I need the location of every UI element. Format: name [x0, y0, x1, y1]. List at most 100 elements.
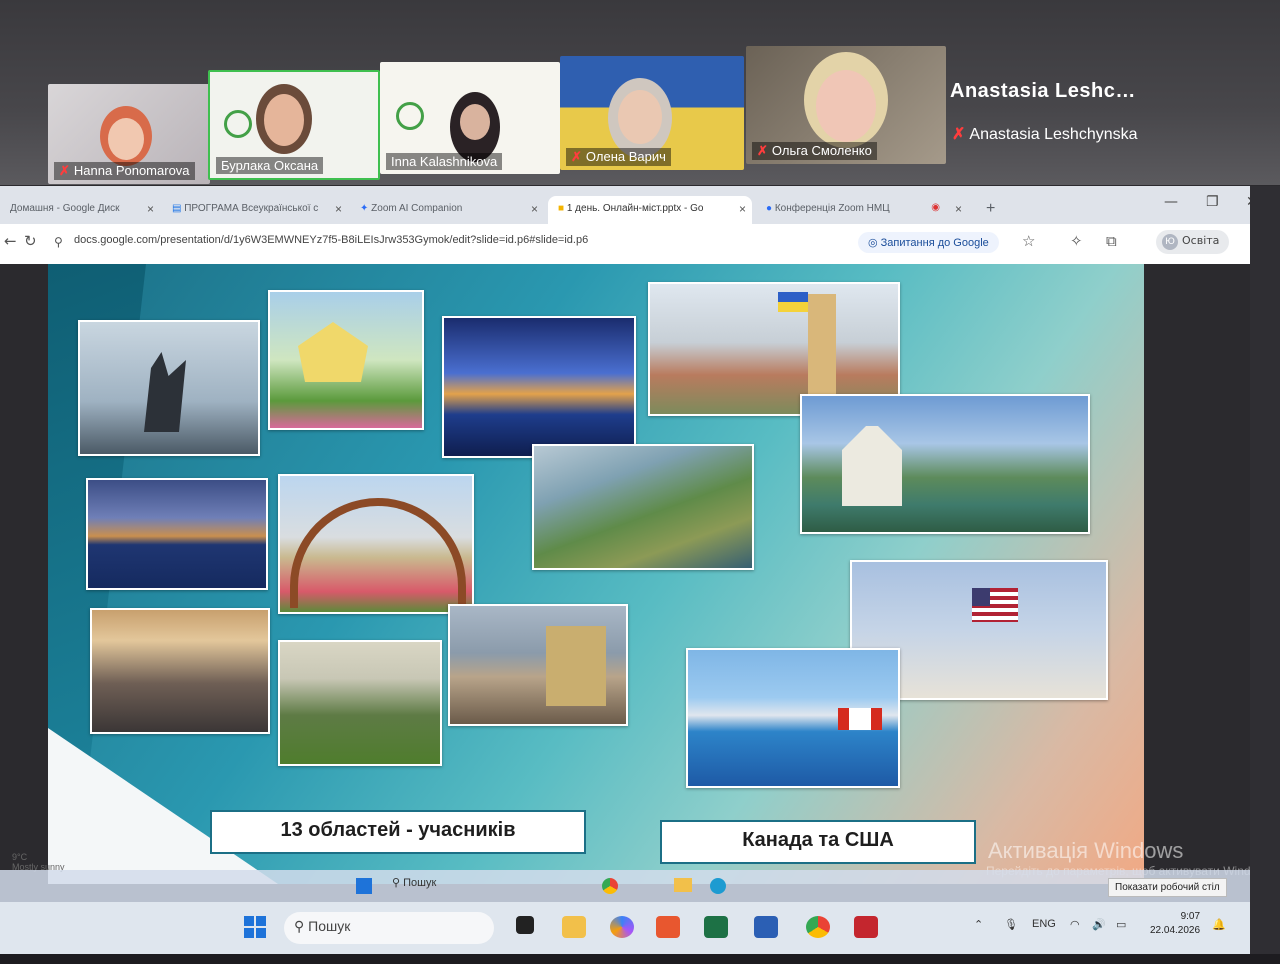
photo-old-town-sunset: [90, 608, 270, 734]
mic-muted-icon: ✗: [59, 163, 70, 178]
photo-evening-river: [86, 478, 268, 590]
participant-tile-hanna[interactable]: ✗ Hanna Ponomarova: [48, 84, 210, 184]
participant-name: Бурлака Оксана: [216, 157, 324, 174]
active-speaker-name: Anastasia Leshc…: [950, 80, 1136, 102]
edge-icon[interactable]: [710, 878, 726, 894]
participant-tile-inna[interactable]: Inna Kalashnikova: [380, 62, 560, 174]
file-explorer-icon[interactable]: [562, 916, 586, 938]
taskbar-search-input[interactable]: ⚲ Пошук: [284, 912, 494, 944]
participant-name: ✗ Олена Варич: [566, 148, 671, 166]
clock-time: 9:07: [1180, 911, 1201, 922]
task-view-icon[interactable]: [516, 916, 534, 934]
clock-date: 22.04.2026: [1150, 925, 1201, 936]
photo-kyiv-monument: [78, 320, 260, 456]
close-icon[interactable]: ×: [147, 202, 154, 216]
office-icon[interactable]: [656, 916, 680, 938]
participant-tile-olha[interactable]: ✗ Ольга Смоленко: [746, 46, 946, 164]
profile-button[interactable]: Ю Освіта: [1156, 230, 1230, 254]
remote-taskbar: ⚲ Пошук: [0, 870, 1250, 902]
photo-kharkiv-station: [278, 474, 474, 614]
mic-muted-icon: ✗: [571, 149, 582, 164]
tab-programa[interactable]: ▤ ПРОГРАМА Всеукраїнської с ×: [162, 196, 348, 224]
windows-start-icon[interactable]: [244, 916, 266, 938]
close-icon[interactable]: ×: [335, 202, 342, 216]
microphone-icon[interactable]: 🎙: [1004, 918, 1018, 931]
photo-cathedral: [800, 394, 1090, 534]
tab-zoom-conference[interactable]: ● Конференція Zoom НМЦ ◉ ×: [756, 196, 968, 224]
lens-icon: ◎: [868, 237, 881, 249]
url-field[interactable]: docs.google.com/presentation/d/1y6W3EMWN…: [74, 234, 588, 246]
docs-icon: ▤: [172, 203, 185, 214]
bookmark-star-icon[interactable]: ☆: [1022, 232, 1035, 250]
search-icon: ⚲: [392, 877, 404, 889]
site-info-icon[interactable]: ⚲: [54, 235, 63, 249]
excel-icon[interactable]: [704, 916, 728, 938]
photo-arch: [290, 498, 466, 608]
participant-tile-olena[interactable]: ✗ Олена Варич: [560, 56, 744, 170]
photo-night-river-city: [442, 316, 636, 458]
tray-chevron-icon[interactable]: ⌃: [974, 918, 983, 931]
photo-cathedral-building: [842, 426, 902, 506]
photo-city-square: [448, 604, 628, 726]
caption-canada-usa: Канада та США: [660, 820, 976, 864]
chrome-icon[interactable]: [602, 878, 618, 894]
participant-name: ✗ Ольга Смоленко: [752, 142, 877, 160]
search-icon: ⚲: [294, 918, 309, 934]
tab-zoom-ai[interactable]: ✦ Zoom AI Companion ×: [350, 196, 544, 224]
weather-widget[interactable]: 9°C Mostly sunny: [12, 852, 65, 872]
chrome-icon[interactable]: [806, 916, 830, 938]
volume-icon[interactable]: 🔊: [1092, 918, 1106, 931]
photo-monument-arch: [546, 626, 606, 706]
new-tab-button[interactable]: +: [980, 196, 1004, 224]
minimize-icon[interactable]: —: [1164, 194, 1178, 210]
remote-search-input[interactable]: ⚲ Пошук: [392, 876, 436, 889]
back-icon[interactable]: ←: [4, 232, 17, 250]
windows-activation-title: Активація Windows: [988, 838, 1184, 863]
caption-regions: 13 областей - учасників: [210, 810, 586, 854]
maximize-icon[interactable]: ❐: [1206, 194, 1219, 210]
photo-rotunda: [298, 322, 368, 382]
ukraine-flag: [778, 292, 808, 312]
canada-flag: [838, 708, 882, 730]
copilot-icon[interactable]: [610, 916, 634, 938]
participant-video-face: [108, 118, 144, 160]
participant-tile-burlaka[interactable]: Бурлака Оксана: [208, 70, 380, 180]
acrobat-icon[interactable]: [854, 916, 878, 938]
wifi-icon[interactable]: ◠: [1070, 918, 1080, 931]
system-clock[interactable]: 9:07 22.04.2026: [1150, 910, 1200, 938]
recording-icon: ◉: [931, 202, 940, 213]
photo-canada-vancouver: [686, 648, 900, 788]
notification-bell-icon[interactable]: 🔔: [1212, 918, 1226, 931]
tab-presentation[interactable]: ■ 1 день. Онлайн-міст.pptx - Go ×: [548, 196, 752, 224]
folder-icon[interactable]: [674, 878, 692, 892]
close-icon[interactable]: ×: [531, 202, 538, 216]
presentation-slide: 13 областей - учасників Канада та США: [48, 264, 1144, 884]
zoom-icon: ●: [766, 203, 775, 214]
close-icon[interactable]: ×: [955, 202, 962, 216]
extensions-icon[interactable]: ✧: [1070, 232, 1083, 250]
ask-google-button[interactable]: ◎ Запитання до Google: [858, 232, 999, 253]
language-indicator[interactable]: ENG: [1032, 918, 1056, 930]
browser-window: Домашня - Google Диск × ▤ ПРОГРАМА Всеукр…: [0, 186, 1280, 264]
zoom-participant-strip: ✗ Hanna Ponomarova Бурлака Оксана Inna Ka…: [44, 44, 1044, 184]
slides-icon: ■: [558, 203, 567, 214]
participant-video-face: [816, 70, 876, 142]
weather-temp: 9°C: [12, 852, 28, 862]
photo-mountains-folk: [278, 640, 442, 766]
photo-aerial-river: [532, 444, 754, 570]
participant-name: ✗ Hanna Ponomarova: [54, 162, 195, 180]
organization-logo: [224, 110, 252, 138]
active-speaker-label: ✗ Anastasia Leshchynska: [952, 126, 1138, 143]
photo-park-rotunda: [268, 290, 424, 430]
reload-icon[interactable]: ↻: [24, 232, 37, 250]
us-flag-canton: [972, 588, 990, 606]
mic-muted-icon: ✗: [952, 126, 966, 143]
avatar: Ю: [1162, 234, 1178, 250]
puzzle-icon[interactable]: ⧉: [1106, 232, 1117, 250]
windows-start-icon[interactable]: [356, 878, 372, 894]
close-icon[interactable]: ×: [739, 202, 746, 216]
tab-google-drive[interactable]: Домашня - Google Диск ×: [0, 196, 160, 224]
participant-name: Inna Kalashnikova: [386, 153, 503, 170]
word-icon[interactable]: [754, 916, 778, 938]
battery-icon[interactable]: ▭: [1116, 918, 1126, 931]
